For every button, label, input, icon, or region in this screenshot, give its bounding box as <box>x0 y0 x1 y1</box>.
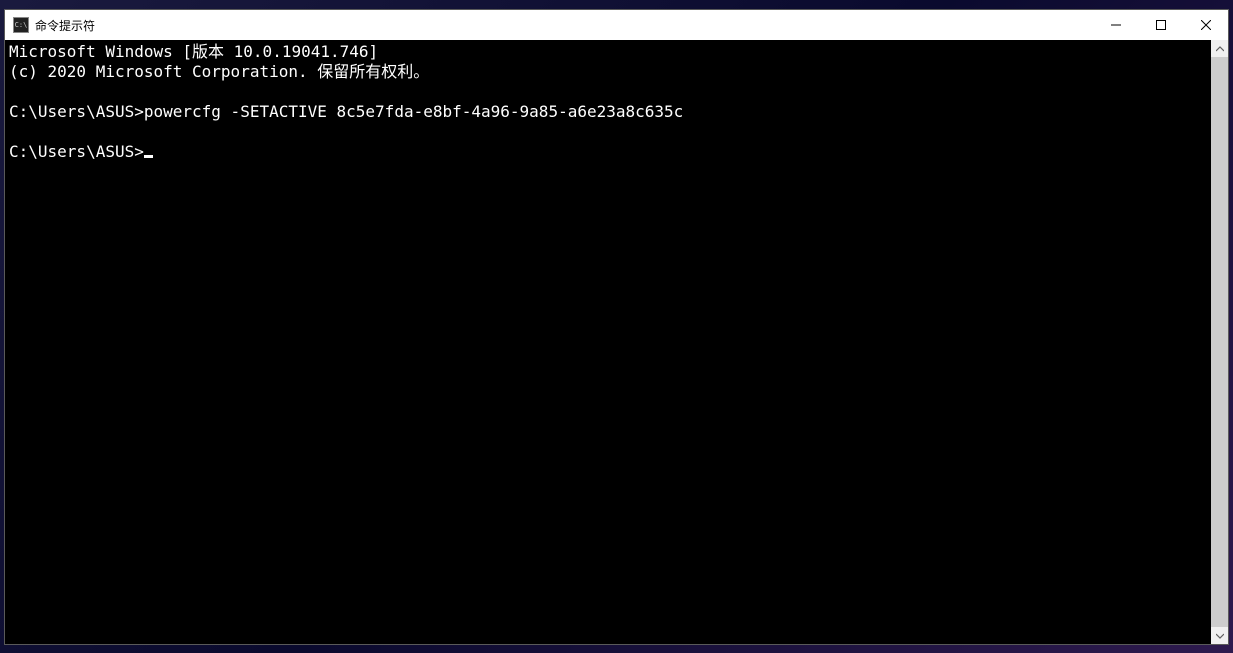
titlebar-left: C:\ 命令提示符 <box>13 17 95 34</box>
terminal-line: (c) 2020 Microsoft Corporation. 保留所有权利。 <box>9 62 1207 82</box>
terminal-line: C:\Users\ASUS> <box>9 142 1207 162</box>
close-button[interactable] <box>1183 10 1228 40</box>
minimize-button[interactable] <box>1093 10 1138 40</box>
scroll-track[interactable] <box>1211 57 1228 627</box>
titlebar[interactable]: C:\ 命令提示符 <box>5 10 1228 40</box>
maximize-button[interactable] <box>1138 10 1183 40</box>
command-prompt-window: C:\ 命令提示符 Microsoft Windows [版本 10.0.190… <box>4 9 1229 645</box>
window-title: 命令提示符 <box>35 17 95 34</box>
vertical-scrollbar[interactable] <box>1211 40 1228 644</box>
close-icon <box>1201 20 1211 30</box>
terminal-line <box>9 82 1207 102</box>
cursor <box>144 155 153 158</box>
terminal-area: Microsoft Windows [版本 10.0.19041.746](c)… <box>5 40 1228 644</box>
terminal-line: Microsoft Windows [版本 10.0.19041.746] <box>9 42 1207 62</box>
scroll-thumb[interactable] <box>1211 57 1228 627</box>
app-icon: C:\ <box>13 17 29 33</box>
terminal-content[interactable]: Microsoft Windows [版本 10.0.19041.746](c)… <box>5 40 1211 644</box>
terminal-line: C:\Users\ASUS>powercfg -SETACTIVE 8c5e7f… <box>9 102 1207 122</box>
terminal-line <box>9 122 1207 142</box>
scroll-down-button[interactable] <box>1211 627 1228 644</box>
window-controls <box>1093 10 1228 40</box>
chevron-down-icon <box>1216 632 1224 640</box>
minimize-icon <box>1111 20 1121 30</box>
maximize-icon <box>1156 20 1166 30</box>
chevron-up-icon <box>1216 45 1224 53</box>
scroll-up-button[interactable] <box>1211 40 1228 57</box>
